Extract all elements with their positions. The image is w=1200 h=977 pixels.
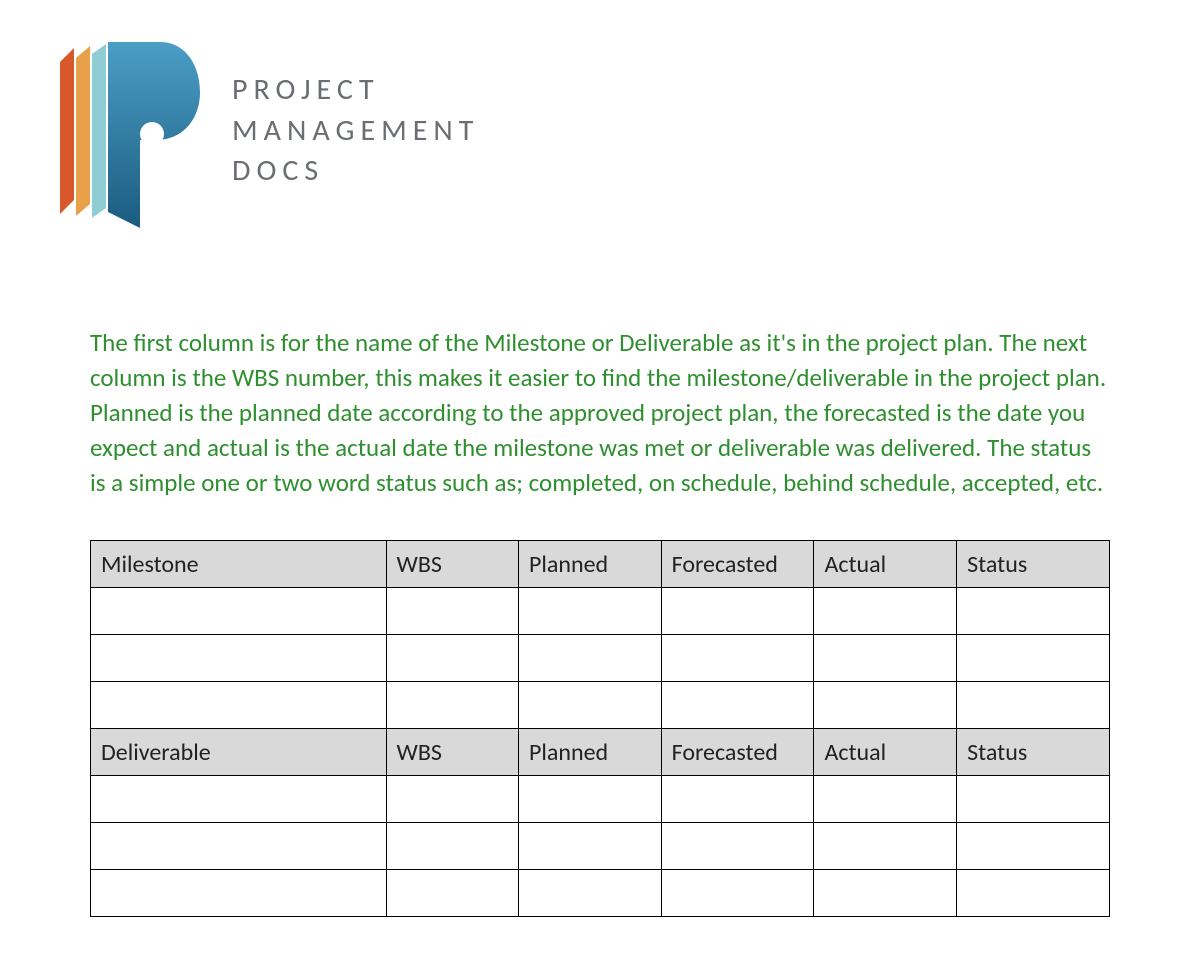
cell xyxy=(661,776,814,823)
cell xyxy=(957,823,1110,870)
col-header-deliverable: Deliverable xyxy=(91,729,387,776)
col-header-actual: Actual xyxy=(814,729,957,776)
col-header-actual: Actual xyxy=(814,541,957,588)
cell xyxy=(518,635,661,682)
cell xyxy=(814,776,957,823)
col-header-status: Status xyxy=(957,541,1110,588)
cell xyxy=(814,588,957,635)
cell xyxy=(814,635,957,682)
cell xyxy=(91,870,387,917)
col-header-planned: Planned xyxy=(518,729,661,776)
document-header: PROJECT MANAGEMENT DOCS xyxy=(60,40,1140,235)
logo-icon xyxy=(60,40,200,230)
col-header-wbs: WBS xyxy=(386,729,518,776)
cell xyxy=(386,776,518,823)
cell xyxy=(91,635,387,682)
cell xyxy=(957,635,1110,682)
cell xyxy=(386,588,518,635)
cell xyxy=(957,870,1110,917)
cell xyxy=(386,870,518,917)
cell xyxy=(661,870,814,917)
table-row xyxy=(91,870,1110,917)
milestone-header-row: Milestone WBS Planned Forecasted Actual … xyxy=(91,541,1110,588)
cell xyxy=(814,823,957,870)
cell xyxy=(91,776,387,823)
cell xyxy=(518,682,661,729)
cell xyxy=(957,682,1110,729)
brand-title: PROJECT MANAGEMENT DOCS xyxy=(232,40,479,192)
table-row xyxy=(91,776,1110,823)
milestone-deliverable-table: Milestone WBS Planned Forecasted Actual … xyxy=(90,540,1110,917)
cell xyxy=(386,682,518,729)
description-paragraph: The first column is for the name of the … xyxy=(90,325,1110,500)
table-row xyxy=(91,635,1110,682)
cell xyxy=(518,823,661,870)
cell xyxy=(814,682,957,729)
cell xyxy=(518,776,661,823)
cell xyxy=(661,635,814,682)
col-header-forecasted: Forecasted xyxy=(661,541,814,588)
cell xyxy=(91,823,387,870)
cell xyxy=(518,588,661,635)
cell xyxy=(814,870,957,917)
brand-title-line3: DOCS xyxy=(232,151,479,192)
cell xyxy=(661,588,814,635)
cell xyxy=(386,635,518,682)
cell xyxy=(661,682,814,729)
col-header-planned: Planned xyxy=(518,541,661,588)
table-row xyxy=(91,682,1110,729)
table-row xyxy=(91,588,1110,635)
col-header-milestone: Milestone xyxy=(91,541,387,588)
cell xyxy=(91,682,387,729)
brand-title-line2: MANAGEMENT xyxy=(232,111,479,152)
document-page: PROJECT MANAGEMENT DOCS The first column… xyxy=(0,0,1200,977)
brand-logo xyxy=(60,40,200,235)
col-header-forecasted: Forecasted xyxy=(661,729,814,776)
cell xyxy=(518,870,661,917)
cell xyxy=(386,823,518,870)
cell xyxy=(91,588,387,635)
col-header-wbs: WBS xyxy=(386,541,518,588)
brand-title-line1: PROJECT xyxy=(232,70,479,111)
cell xyxy=(957,776,1110,823)
table-row xyxy=(91,823,1110,870)
cell xyxy=(957,588,1110,635)
deliverable-header-row: Deliverable WBS Planned Forecasted Actua… xyxy=(91,729,1110,776)
cell xyxy=(661,823,814,870)
col-header-status: Status xyxy=(957,729,1110,776)
